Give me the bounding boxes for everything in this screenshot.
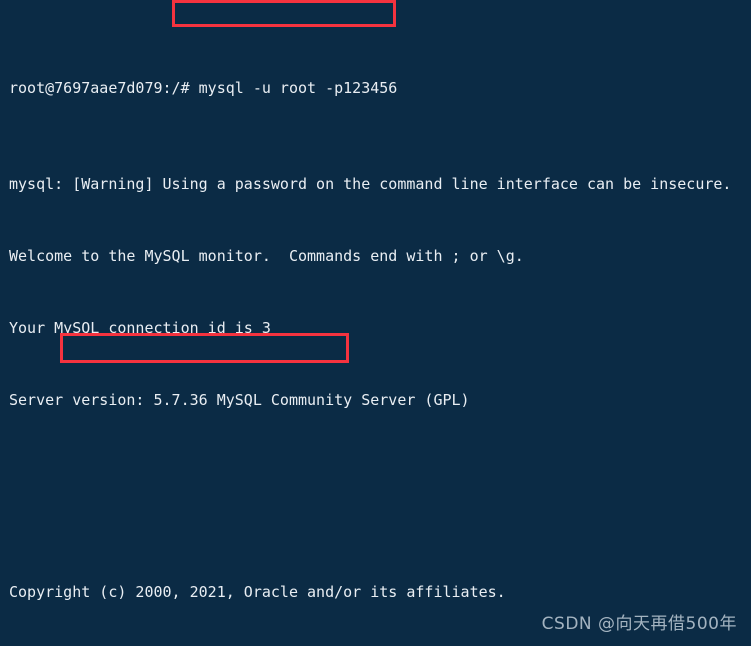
terminal-line-copyright: Copyright (c) 2000, 2021, Oracle and/or … — [9, 583, 506, 601]
terminal-output[interactable]: root@7697aae7d079:/# mysql -u root -p123… — [0, 0, 751, 646]
mysql-login-command: mysql -u root -p123456 — [198, 79, 398, 97]
terminal-line-server-version: Server version: 5.7.36 MySQL Community S… — [9, 391, 470, 409]
terminal-line-connection-id: Your MySQL connection id is 3 — [9, 319, 271, 337]
watermark-text: CSDN @向天再借500年 — [541, 614, 737, 634]
terminal-line-warning: mysql: [Warning] Using a password on the… — [9, 175, 732, 193]
command-text — [190, 79, 199, 97]
terminal-line-welcome: Welcome to the MySQL monitor. Commands e… — [9, 247, 524, 265]
terminal-line-command: root@7697aae7d079:/# mysql -u root -p123… — [9, 76, 751, 100]
terminal-screen: root@7697aae7d079:/# mysql -u root -p123… — [0, 0, 751, 646]
shell-prompt: root@7697aae7d079:/# — [9, 79, 190, 97]
